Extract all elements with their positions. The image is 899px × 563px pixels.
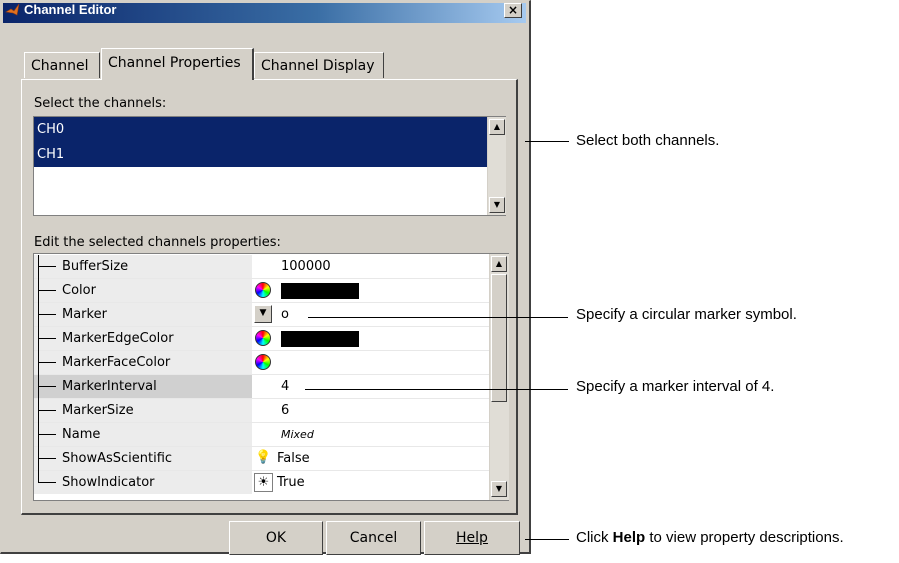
property-row-buffersize[interactable]: BufferSize 100000 xyxy=(34,255,489,279)
property-name: Name xyxy=(62,427,101,442)
property-grid-scrollbar[interactable]: ▲ ▼ xyxy=(489,254,509,500)
property-row-showasscientific[interactable]: ShowAsScientific 💡 False xyxy=(34,447,489,471)
property-row-name[interactable]: Name Mixed xyxy=(34,423,489,447)
scroll-down-icon[interactable]: ▼ xyxy=(489,197,505,213)
property-name: MarkerEdgeColor xyxy=(62,331,174,346)
ok-button[interactable]: OK xyxy=(229,521,323,555)
channel-list-scrollbar[interactable]: ▲ ▼ xyxy=(487,117,506,215)
property-value[interactable]: Mixed xyxy=(281,423,314,447)
lightbulb-off-icon[interactable]: 💡 xyxy=(254,449,273,468)
property-value[interactable]: 6 xyxy=(281,399,289,423)
property-value[interactable]: 4 xyxy=(281,375,289,399)
help-button[interactable]: Help xyxy=(424,521,520,555)
tab-channel-properties[interactable]: Channel Properties xyxy=(101,48,254,80)
list-item-ch0[interactable]: CH0 xyxy=(34,117,487,142)
property-value[interactable]: 100000 xyxy=(281,255,331,279)
property-row-color[interactable]: Color xyxy=(34,279,489,303)
property-name: ShowIndicator xyxy=(62,475,155,490)
property-row-markersize[interactable]: MarkerSize 6 xyxy=(34,399,489,423)
property-row-markerinterval[interactable]: MarkerInterval 4 xyxy=(34,375,489,399)
cancel-button[interactable]: Cancel xyxy=(326,521,421,555)
property-name: Color xyxy=(62,283,96,298)
callout-line xyxy=(525,539,569,540)
property-value[interactable]: True xyxy=(277,471,305,495)
callout-line xyxy=(305,389,568,390)
callout-marker: Specify a circular marker symbol. xyxy=(576,306,797,323)
close-button[interactable]: × xyxy=(504,3,522,18)
property-name: Marker xyxy=(62,307,107,322)
channel-list[interactable]: CH0 CH1 ▲ ▼ xyxy=(33,116,506,216)
callout-select-channels: Select both channels. xyxy=(576,132,720,149)
scroll-up-icon[interactable]: ▲ xyxy=(491,256,507,272)
callout-line xyxy=(308,317,568,318)
list-item-ch1[interactable]: CH1 xyxy=(34,142,487,167)
callout-help: Click Help to view property descriptions… xyxy=(576,529,844,546)
select-channels-label: Select the channels: xyxy=(34,96,167,111)
callout-line xyxy=(525,141,569,142)
window-title: Channel Editor xyxy=(24,2,117,17)
property-row-marker[interactable]: Marker ▼ o xyxy=(34,303,489,327)
edit-properties-label: Edit the selected channels properties: xyxy=(34,235,281,250)
property-name: MarkerSize xyxy=(62,403,134,418)
scroll-up-icon[interactable]: ▲ xyxy=(489,119,505,135)
tab-channel[interactable]: Channel xyxy=(24,52,100,78)
lightbulb-on-icon[interactable]: ☀ xyxy=(254,473,273,492)
color-swatch[interactable] xyxy=(281,283,359,299)
matlab-logo-icon xyxy=(5,3,20,16)
help-button-label: Help xyxy=(456,530,488,546)
color-picker-icon[interactable] xyxy=(254,353,273,372)
color-swatch[interactable] xyxy=(281,331,359,347)
property-value[interactable]: o xyxy=(281,303,289,327)
property-row-showindicator[interactable]: ShowIndicator ☀ True xyxy=(34,471,489,495)
property-name: ShowAsScientific xyxy=(62,451,173,466)
property-grid[interactable]: BufferSize 100000 Color Marker ▼ o Marke… xyxy=(33,253,509,501)
property-name: BufferSize xyxy=(62,259,129,274)
dropdown-arrow-icon[interactable]: ▼ xyxy=(254,305,272,323)
callout-interval: Specify a marker interval of 4. xyxy=(576,378,775,395)
color-picker-icon[interactable] xyxy=(254,329,273,348)
tab-channel-display[interactable]: Channel Display xyxy=(254,52,384,78)
color-picker-icon[interactable] xyxy=(254,281,273,300)
property-name: MarkerInterval xyxy=(62,379,157,394)
scroll-down-icon[interactable]: ▼ xyxy=(491,481,507,497)
property-value[interactable]: False xyxy=(277,447,310,471)
property-row-markeredgecolor[interactable]: MarkerEdgeColor xyxy=(34,327,489,351)
property-row-markerfacecolor[interactable]: MarkerFaceColor xyxy=(34,351,489,375)
scroll-thumb[interactable] xyxy=(491,274,507,402)
property-name: MarkerFaceColor xyxy=(62,355,171,370)
